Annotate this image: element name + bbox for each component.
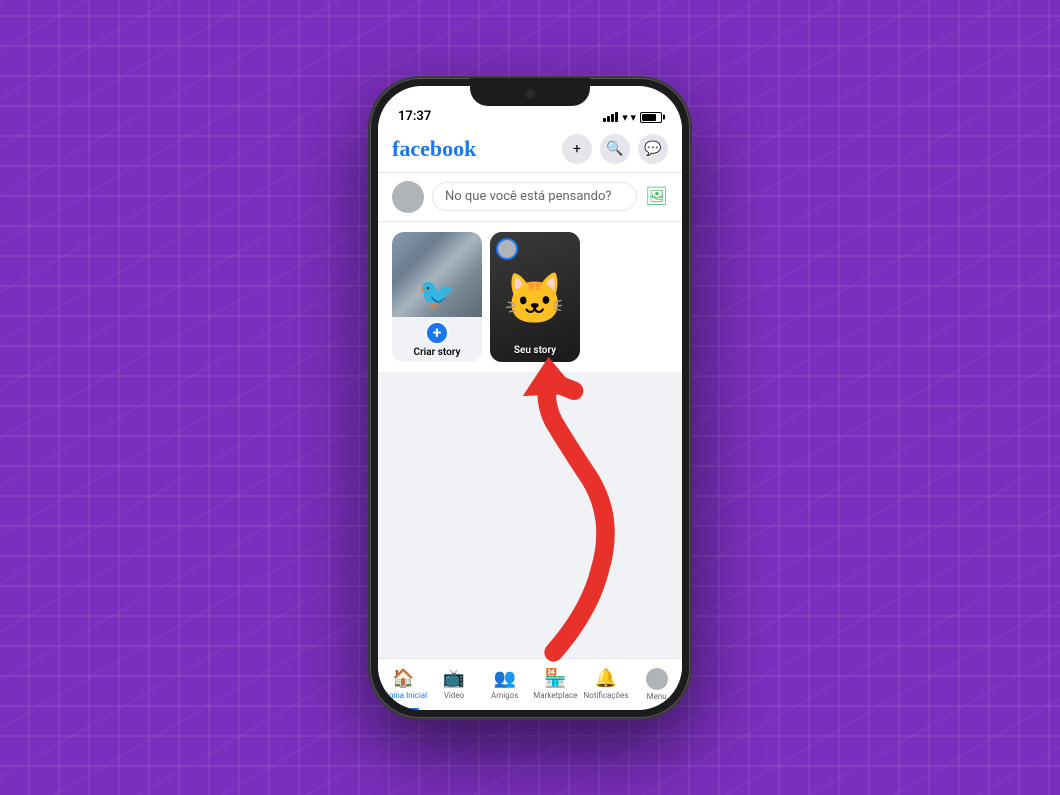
header-icons: + 🔍 💬: [562, 134, 668, 164]
nav-notifications[interactable]: 🔔 Notificações: [581, 659, 632, 710]
story-create-bottom: + Criar story: [392, 317, 482, 362]
post-placeholder: No que você está pensando?: [445, 189, 612, 204]
phone-wrapper: 17:37 ▾ ▾ facebook +: [370, 78, 690, 718]
status-icons: ▾ ▾: [603, 111, 662, 124]
messenger-icon: 💬: [644, 141, 661, 157]
nav-friends[interactable]: 👥 Amigos: [479, 659, 530, 710]
post-box: No que você está pensando? 🖼: [378, 172, 682, 222]
add-button[interactable]: +: [562, 134, 592, 164]
create-plus-button: +: [425, 321, 449, 345]
create-story-label: Criar story: [414, 347, 461, 358]
menu-avatar: [646, 668, 668, 690]
home-icon: 🏠: [392, 668, 414, 689]
marketplace-icon: 🏪: [544, 668, 566, 689]
nav-menu[interactable]: Menu: [631, 659, 682, 710]
nav-video[interactable]: 📺 Vídeo: [429, 659, 480, 710]
menu-label: Menu: [647, 692, 667, 701]
bottom-nav: 🏠 Página Inicial 📺 Vídeo 👥 Amigos 🏪 Mark…: [378, 658, 682, 710]
notch: [470, 78, 590, 106]
stories-section: + Criar story Seu story: [378, 222, 682, 372]
notifications-icon: 🔔: [595, 668, 617, 689]
video-label: Vídeo: [444, 691, 464, 700]
content-area: [378, 372, 682, 658]
battery-fill: [642, 114, 656, 121]
facebook-logo: facebook: [392, 136, 476, 162]
nav-home[interactable]: 🏠 Página Inicial: [378, 659, 429, 710]
photo-icon: 🖼: [645, 186, 668, 207]
my-story-label: Seu story: [490, 345, 580, 356]
home-label: Página Inicial: [380, 691, 428, 700]
search-button[interactable]: 🔍: [600, 134, 630, 164]
user-avatar: [392, 181, 424, 213]
notch-camera: [525, 89, 535, 99]
facebook-header: facebook + 🔍 💬: [378, 130, 682, 172]
my-story-card[interactable]: Seu story: [490, 232, 580, 362]
signal-icon: [603, 112, 618, 122]
friends-label: Amigos: [491, 691, 518, 700]
wifi-icon: ▾ ▾: [622, 111, 636, 124]
create-story-card[interactable]: + Criar story: [392, 232, 482, 362]
battery-icon: [640, 112, 662, 123]
video-icon: 📺: [443, 668, 465, 689]
story-image-bird: [392, 232, 482, 317]
nav-marketplace[interactable]: 🏪 Marketplace: [530, 659, 581, 710]
friends-icon: 👥: [493, 668, 515, 689]
phone-device: 17:37 ▾ ▾ facebook +: [370, 78, 690, 718]
story-user-avatar: [496, 238, 518, 260]
messenger-button[interactable]: 💬: [638, 134, 668, 164]
marketplace-label: Marketplace: [533, 691, 577, 700]
add-icon: +: [573, 141, 581, 157]
status-time: 17:37: [398, 109, 431, 124]
screen: 17:37 ▾ ▾ facebook +: [378, 86, 682, 710]
post-input[interactable]: No que você está pensando?: [432, 182, 637, 211]
notifications-label: Notificações: [584, 691, 629, 700]
search-icon: 🔍: [606, 141, 623, 157]
